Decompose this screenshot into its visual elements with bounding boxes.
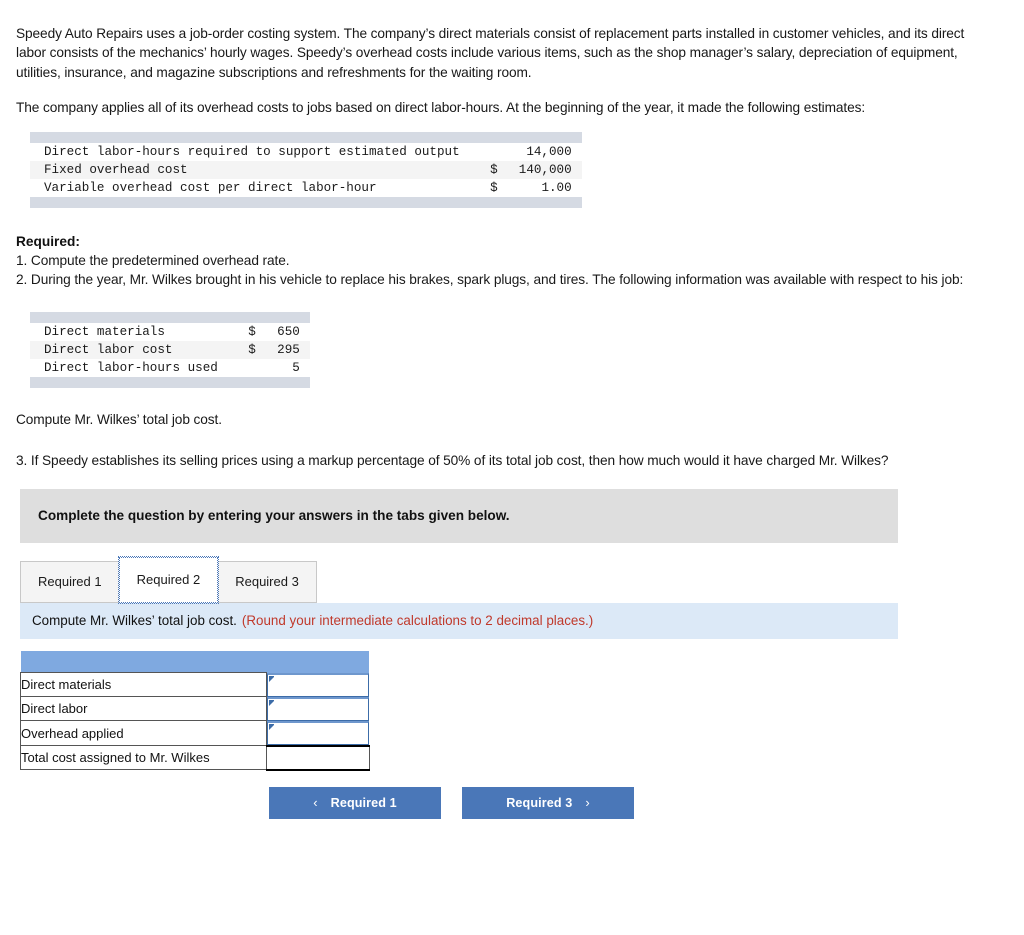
direct-materials-input[interactable] bbox=[267, 672, 369, 697]
question-page: Speedy Auto Repairs uses a job-order cos… bbox=[0, 0, 1024, 819]
compute-instruction: Compute Mr. Wilkes’ total job cost. bbox=[16, 411, 222, 427]
tab-required-3[interactable]: Required 3 bbox=[217, 560, 317, 603]
answer-input-cell-direct-materials[interactable] bbox=[267, 672, 369, 697]
job-table-wrapper: Direct materials $ 650 Direct labor cost… bbox=[16, 311, 1006, 388]
estimates-row-currency: $ bbox=[481, 160, 508, 179]
total-cost-value-cell bbox=[266, 744, 370, 771]
estimates-row-value: 140,000 bbox=[507, 160, 582, 179]
tab-required-3-label: Required 3 bbox=[235, 574, 299, 590]
required-item-1: 1. Compute the predetermined overhead ra… bbox=[16, 253, 290, 269]
answer-table-header-right bbox=[266, 650, 369, 673]
answer-input-cell-direct-labor[interactable] bbox=[267, 696, 369, 721]
problem-paragraph-1: Speedy Auto Repairs uses a job-order cos… bbox=[16, 26, 965, 80]
job-row-label: Direct materials bbox=[44, 324, 165, 339]
requirement-tabs: Required 1 Required 2 Required 3 bbox=[20, 555, 898, 604]
tab-instruction-bar: Compute Mr. Wilkes’ total job cost. (Rou… bbox=[20, 602, 898, 639]
cell-marker-icon bbox=[269, 675, 274, 682]
chevron-right-icon: › bbox=[585, 795, 590, 811]
tab-required-2-label: Required 2 bbox=[136, 572, 201, 588]
answer-panel: Complete the question by entering your a… bbox=[20, 488, 898, 819]
tab-required-2[interactable]: Required 2 bbox=[117, 555, 220, 604]
estimates-row-label: Variable overhead cost per direct labor-… bbox=[44, 180, 377, 195]
tab-required-1[interactable]: Required 1 bbox=[20, 560, 120, 603]
estimates-row-currency: $ bbox=[490, 180, 498, 195]
tab-instruction-text: Compute Mr. Wilkes’ total job cost. bbox=[32, 613, 237, 629]
required-item-3: 3. If Speedy establishes its selling pri… bbox=[16, 453, 889, 469]
table-row: Direct labor cost $ 295 bbox=[30, 340, 310, 359]
chevron-left-icon: ‹ bbox=[313, 795, 318, 811]
answer-row-label-total-cost: Total cost assigned to Mr. Wilkes bbox=[20, 745, 267, 771]
job-row-currency bbox=[240, 359, 266, 377]
job-row-value: 5 bbox=[292, 360, 300, 375]
answer-row-label-direct-materials: Direct materials bbox=[20, 672, 267, 698]
table-top-band bbox=[30, 131, 582, 143]
answer-row-label-overhead-applied: Overhead applied bbox=[20, 720, 267, 747]
job-row-label: Direct labor cost bbox=[30, 340, 240, 359]
overhead-applied-input[interactable] bbox=[267, 720, 369, 745]
next-required-3-button[interactable]: Required 3 › bbox=[462, 786, 634, 819]
prev-required-1-button[interactable]: ‹ Required 1 bbox=[269, 786, 441, 819]
estimates-row-currency bbox=[482, 143, 508, 161]
table-row: Total cost assigned to Mr. Wilkes bbox=[20, 744, 370, 771]
required-item-2: 2. During the year, Mr. Wilkes brought i… bbox=[16, 272, 964, 288]
answer-input-cell-overhead-applied[interactable] bbox=[267, 720, 369, 746]
table-row: Direct materials $ 650 bbox=[30, 323, 310, 341]
estimates-table: Direct labor-hours required to support e… bbox=[30, 131, 582, 208]
table-row: Direct labor-hours used 5 bbox=[30, 359, 310, 377]
table-row: Fixed overhead cost $ 140,000 bbox=[30, 160, 582, 179]
answer-row-label-direct-labor: Direct labor bbox=[20, 696, 267, 722]
cell-marker-icon bbox=[269, 699, 274, 706]
tab-navigation: ‹ Required 1 Required 3 › bbox=[269, 786, 898, 819]
job-row-currency: $ bbox=[239, 340, 266, 359]
required-heading: Required: bbox=[16, 233, 80, 249]
complete-question-banner: Complete the question by entering your a… bbox=[20, 488, 898, 543]
table-row: Direct labor-hours required to support e… bbox=[30, 143, 582, 161]
estimates-row-value: 1.00 bbox=[541, 180, 572, 195]
problem-paragraph-2: The company applies all of its overhead … bbox=[16, 100, 866, 116]
table-bottom-band bbox=[30, 196, 582, 208]
complete-question-banner-text: Complete the question by entering your a… bbox=[38, 508, 510, 524]
table-row: Direct labor bbox=[20, 696, 369, 722]
prev-required-1-label: Required 1 bbox=[330, 795, 397, 810]
answer-table-header-left bbox=[20, 650, 267, 673]
answer-table-header-row bbox=[20, 650, 369, 673]
estimates-table-wrapper: Direct labor-hours required to support e… bbox=[16, 131, 1006, 208]
cell-marker-icon bbox=[269, 723, 274, 730]
job-row-currency: $ bbox=[248, 324, 256, 339]
job-info-table: Direct materials $ 650 Direct labor cost… bbox=[30, 311, 310, 388]
estimates-row-label: Fixed overhead cost bbox=[30, 160, 482, 179]
table-top-band bbox=[30, 311, 310, 323]
estimates-row-label: Direct labor-hours required to support e… bbox=[44, 144, 460, 159]
estimates-row-value: 14,000 bbox=[526, 144, 572, 159]
table-bottom-band bbox=[30, 376, 310, 388]
answer-input-table: Direct materials Direct labor Overhead a… bbox=[20, 650, 370, 771]
table-row: Overhead applied bbox=[20, 720, 369, 747]
table-row: Direct materials bbox=[20, 672, 369, 698]
table-row: Variable overhead cost per direct labor-… bbox=[30, 179, 582, 197]
next-required-3-label: Required 3 bbox=[506, 795, 573, 810]
job-row-value: 650 bbox=[277, 324, 300, 339]
job-row-value: 295 bbox=[265, 340, 310, 359]
tab-required-1-label: Required 1 bbox=[38, 574, 102, 590]
tab-instruction-note: (Round your intermediate calculations to… bbox=[241, 613, 594, 629]
direct-labor-input[interactable] bbox=[267, 696, 369, 721]
job-row-label: Direct labor-hours used bbox=[44, 360, 218, 375]
